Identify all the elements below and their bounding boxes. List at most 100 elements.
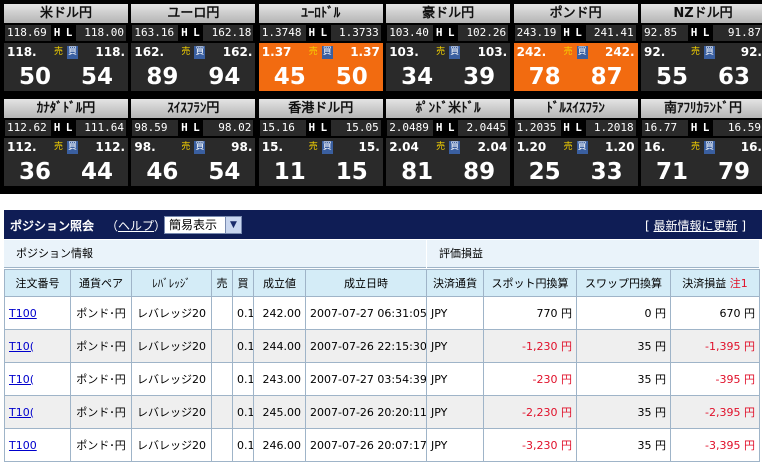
buy-button[interactable]: 買 [67, 141, 78, 154]
bid-price[interactable]: 78 [516, 64, 574, 90]
tile-high-low: 2.0489 H L 2.0445 [386, 120, 510, 136]
rate-tile[interactable]: ｽｲｽﾌﾗﾝ円 98.59 H L 98.02 98. 売買 98. 46 54 [131, 99, 256, 187]
sell-button[interactable]: 売 [308, 141, 319, 154]
buy-button[interactable]: 買 [321, 46, 333, 59]
order-link[interactable]: T100 [4, 428, 71, 462]
sell-button[interactable]: 売 [308, 46, 319, 59]
sell-button[interactable]: 売 [180, 141, 191, 154]
buy-button[interactable]: 買 [704, 46, 715, 59]
high-label: H [306, 120, 317, 136]
bid-price[interactable]: 45 [261, 64, 319, 90]
order-link[interactable]: T100 [4, 296, 71, 330]
buy-button[interactable]: 買 [704, 141, 715, 154]
bid-prefix: 16. [644, 140, 666, 154]
help-link[interactable]: （ヘルプ） [106, 217, 166, 234]
bid-prefix: 242. [516, 45, 547, 59]
ask-price[interactable]: 39 [450, 64, 508, 90]
column-header: ﾚﾊﾞﾚｯｼﾞ [131, 269, 212, 297]
order-link[interactable]: T10( [4, 395, 71, 429]
ask-price[interactable]: 79 [705, 159, 762, 185]
buy-button[interactable]: 買 [576, 46, 588, 59]
sell-button[interactable]: 売 [435, 141, 446, 154]
rate-tile[interactable]: NZドル円 92.85 H L 91.87 92. 売買 92. 55 63 [641, 4, 762, 92]
sell-amount-cell [211, 329, 233, 363]
ask-price[interactable]: 33 [578, 159, 636, 185]
chevron-down-icon[interactable]: ▼ [225, 217, 241, 233]
bid-price[interactable]: 50 [6, 64, 64, 90]
ask-price[interactable]: 15 [323, 159, 381, 185]
ask-price[interactable]: 54 [195, 159, 253, 185]
rate-tile[interactable]: ﾕｰﾛﾄﾞﾙ 1.3748 H L 1.3733 1.37 売買 1.37 45 50 [258, 4, 383, 92]
bid-price[interactable]: 71 [643, 159, 701, 185]
leverage-cell: レバレッジ20 [131, 362, 212, 396]
column-header: 成立日時 [305, 269, 427, 297]
rate-tile[interactable]: ﾎﾟﾝﾄﾞ米ﾄﾞﾙ 2.0489 H L 2.0445 2.04 売買 2.04 81 89 [386, 99, 511, 187]
bid-price[interactable]: 89 [133, 64, 191, 90]
ask-price[interactable]: 87 [578, 64, 636, 90]
bid-price[interactable]: 81 [388, 159, 446, 185]
column-header: 成立値 [253, 269, 306, 297]
order-number-link[interactable]: T100 [9, 307, 37, 320]
rate-tile[interactable]: 豪ドル円 103.40 H L 102.26 103. 売買 103. 34 39 [386, 4, 511, 92]
section-pnl: 評価損益 [427, 240, 759, 268]
view-mode-select[interactable]: 簡易表示 ▼ [164, 216, 242, 234]
high-value: 118.69 [5, 25, 51, 41]
tile-high-low: 163.16 H L 162.18 [131, 25, 255, 41]
refresh-link[interactable]: [ 最新情報に更新 ] [645, 217, 746, 234]
buy-button[interactable]: 買 [194, 141, 206, 154]
order-number-link[interactable]: T10( [9, 373, 34, 386]
tile-currency-pair: NZドル円 [641, 4, 762, 23]
low-value: 15.05 [330, 120, 381, 136]
ask-price[interactable]: 89 [450, 159, 508, 185]
order-number-link[interactable]: T10( [9, 340, 34, 353]
sell-button[interactable]: 売 [180, 46, 191, 59]
ask-price[interactable]: 94 [195, 64, 253, 90]
buy-button[interactable]: 買 [449, 141, 461, 154]
tile-currency-pair: ユーロ円 [131, 4, 256, 23]
rate-tile[interactable]: ユーロ円 163.16 H L 162.18 162. 売買 162. 89 94 [131, 4, 256, 92]
buy-button[interactable]: 買 [449, 46, 461, 59]
high-label: H [561, 120, 572, 136]
ask-prefix: 16. [740, 140, 762, 154]
table-row: T100 ポンド･円 レバレッジ20 0.1 246.00 2007-07-26 20:0… [4, 428, 760, 462]
bid-price[interactable]: 36 [6, 159, 64, 185]
buy-button[interactable]: 買 [194, 46, 206, 59]
rate-tile[interactable]: 香港ドル円 15.16 H L 15.05 15. 売買 15. 11 15 [258, 99, 383, 187]
currency-pair-cell: ポンド･円 [70, 362, 132, 396]
sell-button[interactable]: 売 [435, 46, 446, 59]
sell-button[interactable]: 売 [53, 46, 64, 59]
high-value: 163.16 [132, 25, 179, 41]
rate-tile[interactable]: ﾄﾞﾙｽｲｽﾌﾗﾝ 1.2035 H L 1.2018 1.20 売買 1.20 25 33 [513, 99, 638, 187]
bid-price[interactable]: 25 [516, 159, 574, 185]
ask-price[interactable]: 54 [68, 64, 126, 90]
order-link[interactable]: T10( [4, 329, 71, 363]
execution-datetime-cell: 2007-07-26 20:20:11 [305, 395, 427, 429]
ask-price[interactable]: 50 [323, 64, 381, 90]
note-marker[interactable]: 注1 [730, 277, 748, 290]
order-number-link[interactable]: T10( [9, 406, 34, 419]
bid-price[interactable]: 46 [133, 159, 191, 185]
bid-prefix: 118. [7, 45, 37, 59]
sell-button[interactable]: 売 [563, 141, 574, 154]
order-link[interactable]: T10( [4, 362, 71, 396]
order-number-link[interactable]: T100 [9, 439, 37, 452]
sell-button[interactable]: 売 [690, 46, 701, 59]
high-value: 2.0489 [387, 120, 434, 136]
buy-button[interactable]: 買 [67, 46, 78, 59]
bid-price[interactable]: 55 [643, 64, 701, 90]
spot-yen-cell: -2,230 円 [483, 395, 577, 429]
buy-button[interactable]: 買 [321, 141, 333, 154]
rate-tile[interactable]: ｶﾅﾀﾞﾄﾞﾙ円 112.62 H L 111.64 112. 売買 112. 36 44 [4, 99, 128, 187]
bid-price[interactable]: 11 [261, 159, 319, 185]
tile-price-area: 1.20 売買 1.20 25 33 [513, 138, 638, 186]
rate-tile[interactable]: 南ｱﾌﾘｶﾗﾝﾄﾞ円 16.77 H L 16.59 16. 売買 16. 71 79 [641, 99, 762, 187]
sell-button[interactable]: 売 [563, 46, 574, 59]
sell-button[interactable]: 売 [53, 141, 64, 154]
ask-price[interactable]: 44 [68, 159, 126, 185]
bid-price[interactable]: 34 [388, 64, 446, 90]
rate-tile[interactable]: 米ドル円 118.69 H L 118.00 118. 売買 118. 50 54 [4, 4, 128, 92]
buy-button[interactable]: 買 [576, 141, 588, 154]
sell-button[interactable]: 売 [690, 141, 701, 154]
rate-tile[interactable]: ポンド円 243.19 H L 241.41 242. 売買 242. 78 87 [513, 4, 638, 92]
ask-price[interactable]: 63 [705, 64, 762, 90]
